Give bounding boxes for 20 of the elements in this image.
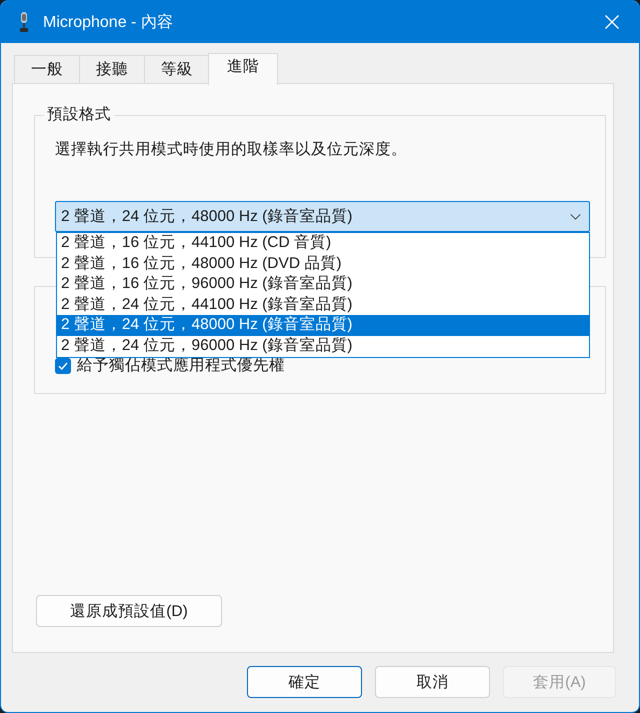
checkbox-label[interactable]: 給予獨佔模式應用程式優先權 — [77, 356, 285, 376]
tab[interactable]: 一般 — [14, 55, 80, 83]
checkbox[interactable] — [55, 358, 71, 374]
dropdown-option[interactable]: 2 聲道，16 位元，48000 Hz (DVD 品質) — [57, 254, 589, 274]
description-text: 選擇執行共用模式時使用的取樣率以及位元深度。 — [55, 140, 408, 160]
dropdown-option[interactable]: 2 聲道，24 位元，44100 Hz (錄音室品質) — [57, 294, 589, 316]
close-icon[interactable] — [605, 15, 619, 29]
dropdown-option[interactable]: 2 聲道，16 位元，44100 Hz (CD 音質) — [57, 233, 589, 254]
chevron-down-icon — [570, 214, 581, 220]
window-title: Microphone - 內容 — [43, 12, 174, 32]
group-title: 預設格式 — [46, 105, 112, 125]
format-dropdown[interactable]: 2 聲道，24 位元，48000 Hz (錄音室品質) — [55, 201, 590, 232]
dropdown-option[interactable]: 2 聲道，24 位元，48000 Hz (錄音室品質) — [57, 315, 589, 336]
tab[interactable]: 進階 — [208, 53, 278, 85]
restore-defaults-button[interactable]: 還原成預設值(D) — [36, 595, 222, 627]
microphone-icon — [19, 12, 29, 32]
dialog-button[interactable]: 取消 — [375, 666, 490, 698]
dialog-button[interactable]: 確定 — [247, 666, 362, 698]
dropdown-option[interactable]: 2 聲道，24 位元，96000 Hz (錄音室品質) — [57, 336, 589, 357]
dropdown-option[interactable]: 2 聲道，16 位元，96000 Hz (錄音室品質) — [57, 274, 589, 295]
